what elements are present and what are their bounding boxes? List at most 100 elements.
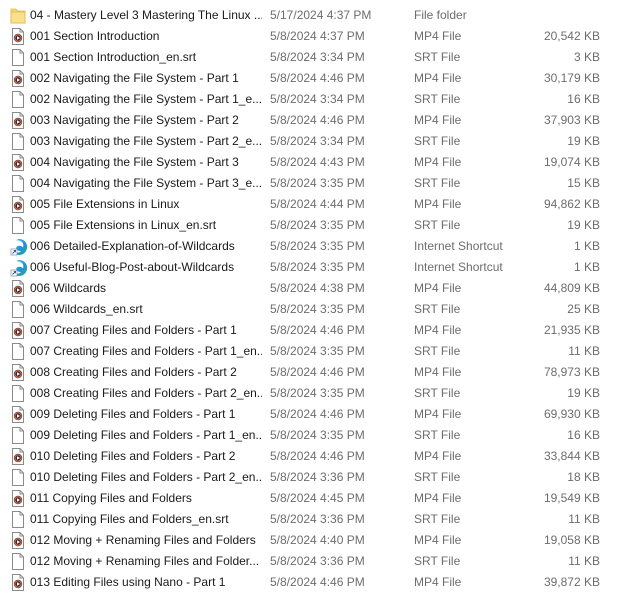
edge-shortcut-icon: [10, 238, 28, 256]
video-file-icon: [10, 70, 26, 87]
file-row[interactable]: 012 Moving + Renaming Files and Folder..…: [0, 551, 619, 572]
video-file-icon: [10, 28, 26, 45]
file-size: 16 KB: [567, 92, 600, 106]
file-name: 010 Deleting Files and Folders - Part 2_…: [30, 470, 262, 484]
file-size: 3 KB: [573, 50, 600, 64]
file-row[interactable]: 011 Copying Files and Folders 5/8/2024 4…: [0, 488, 619, 509]
file-size: 11 KB: [568, 512, 600, 526]
file-name: 012 Moving + Renaming Files and Folders: [30, 533, 256, 547]
video-file-icon: [10, 112, 26, 129]
file-date-modified: 5/8/2024 4:37 PM: [270, 29, 365, 43]
file-date-modified: 5/8/2024 4:46 PM: [270, 365, 365, 379]
file-row[interactable]: 010 Deleting Files and Folders - Part 2 …: [0, 446, 619, 467]
file-size: 37,903 KB: [543, 113, 600, 127]
file-size: 19,549 KB: [543, 491, 600, 505]
file-date-modified: 5/8/2024 4:43 PM: [270, 155, 365, 169]
file-row[interactable]: 003 Navigating the File System - Part 2 …: [0, 110, 619, 131]
file-date-modified: 5/8/2024 3:34 PM: [270, 134, 365, 148]
video-file-icon: [10, 364, 26, 381]
file-size: 16 KB: [567, 428, 600, 442]
blank-file-icon: [10, 49, 26, 66]
file-name: 011 Copying Files and Folders_en.srt: [30, 512, 229, 526]
file-row[interactable]: 003 Navigating the File System - Part 2_…: [0, 131, 619, 152]
file-row[interactable]: 005 File Extensions in Linux_en.srt 5/8/…: [0, 215, 619, 236]
file-row[interactable]: 009 Deleting Files and Folders - Part 1_…: [0, 425, 619, 446]
file-name: 009 Deleting Files and Folders - Part 1_…: [30, 428, 262, 442]
file-size: 1 KB: [573, 239, 600, 253]
file-date-modified: 5/8/2024 4:46 PM: [270, 113, 365, 127]
file-size: 11 KB: [568, 554, 600, 568]
file-date-modified: 5/8/2024 3:35 PM: [270, 239, 365, 253]
file-row[interactable]: 007 Creating Files and Folders - Part 1 …: [0, 320, 619, 341]
file-date-modified: 5/8/2024 4:46 PM: [270, 449, 365, 463]
file-size: 78,973 KB: [543, 365, 600, 379]
file-size: 15 KB: [567, 176, 600, 190]
file-date-modified: 5/8/2024 3:34 PM: [270, 50, 365, 64]
file-date-modified: 5/8/2024 3:35 PM: [270, 176, 365, 190]
folder-icon: [10, 7, 26, 24]
video-file-icon: [10, 322, 26, 339]
video-file-icon: [10, 532, 26, 549]
file-date-modified: 5/8/2024 4:40 PM: [270, 533, 365, 547]
file-date-modified: 5/8/2024 4:46 PM: [270, 575, 365, 589]
file-name: 013 Editing Files using Nano - Part 1: [30, 575, 226, 589]
file-name: 012 Moving + Renaming Files and Folder..…: [30, 554, 260, 568]
file-date-modified: 5/8/2024 4:46 PM: [270, 323, 365, 337]
file-name: 011 Copying Files and Folders: [30, 491, 192, 505]
video-file-icon: [10, 154, 26, 171]
file-name: 001 Section Introduction_en.srt: [30, 50, 197, 64]
file-size: 19 KB: [567, 218, 600, 232]
file-row[interactable]: 010 Deleting Files and Folders - Part 2_…: [0, 467, 619, 488]
video-file-icon: [10, 280, 26, 297]
blank-file-icon: [10, 217, 26, 234]
file-row[interactable]: 005 File Extensions in Linux 5/8/2024 4:…: [0, 194, 619, 215]
file-row[interactable]: 002 Navigating the File System - Part 1 …: [0, 68, 619, 89]
file-row[interactable]: 001 Section Introduction 5/8/2024 4:37 P…: [0, 26, 619, 47]
file-row[interactable]: 007 Creating Files and Folders - Part 1_…: [0, 341, 619, 362]
file-row[interactable]: 002 Navigating the File System - Part 1_…: [0, 89, 619, 110]
file-name: 002 Navigating the File System - Part 1_…: [30, 92, 262, 106]
file-row[interactable]: 012 Moving + Renaming Files and Folders …: [0, 530, 619, 551]
file-row[interactable]: 008 Creating Files and Folders - Part 2_…: [0, 383, 619, 404]
file-list: 04 - Mastery Level 3 Mastering The Linux…: [0, 0, 619, 593]
file-row[interactable]: 006 Useful-Blog-Post-about-Wildcards 5/8…: [0, 257, 619, 278]
file-name: 006 Detailed-Explanation-of-Wildcards: [30, 239, 235, 253]
video-file-icon: [10, 406, 26, 423]
file-row[interactable]: 013 Editing Files using Nano - Part 1 5/…: [0, 572, 619, 593]
file-size: 33,844 KB: [543, 449, 600, 463]
edge-shortcut-icon: [10, 259, 28, 277]
file-row[interactable]: 008 Creating Files and Folders - Part 2 …: [0, 362, 619, 383]
file-row[interactable]: 006 Detailed-Explanation-of-Wildcards 5/…: [0, 236, 619, 257]
blank-file-icon: [10, 469, 26, 486]
blank-file-icon: [10, 91, 26, 108]
file-row[interactable]: 011 Copying Files and Folders_en.srt 5/8…: [0, 509, 619, 530]
file-row[interactable]: 04 - Mastery Level 3 Mastering The Linux…: [0, 5, 619, 26]
file-name: 009 Deleting Files and Folders - Part 1: [30, 407, 236, 421]
file-name: 005 File Extensions in Linux_en.srt: [30, 218, 217, 232]
file-size: 1 KB: [573, 260, 600, 274]
file-row[interactable]: 001 Section Introduction_en.srt 5/8/2024…: [0, 47, 619, 68]
file-size: 20,542 KB: [543, 29, 600, 43]
file-row[interactable]: 006 Wildcards 5/8/2024 4:38 PM MP4 File …: [0, 278, 619, 299]
file-size: 19,074 KB: [543, 155, 600, 169]
blank-file-icon: [10, 385, 26, 402]
file-row[interactable]: 004 Navigating the File System - Part 3 …: [0, 152, 619, 173]
file-row[interactable]: 004 Navigating the File System - Part 3_…: [0, 173, 619, 194]
file-name: 003 Navigating the File System - Part 2_…: [30, 134, 262, 148]
file-size: 19,058 KB: [543, 533, 600, 547]
file-date-modified: 5/8/2024 3:35 PM: [270, 302, 365, 316]
file-size: 69,930 KB: [543, 407, 600, 421]
file-row[interactable]: 009 Deleting Files and Folders - Part 1 …: [0, 404, 619, 425]
video-file-icon: [10, 196, 26, 213]
file-size: 44,809 KB: [543, 281, 600, 295]
file-date-modified: 5/8/2024 4:46 PM: [270, 407, 365, 421]
file-date-modified: 5/17/2024 4:37 PM: [270, 8, 372, 22]
file-name: 002 Navigating the File System - Part 1: [30, 71, 239, 85]
blank-file-icon: [10, 511, 26, 528]
blank-file-icon: [10, 301, 26, 318]
file-name: 004 Navigating the File System - Part 3: [30, 155, 239, 169]
file-size: 30,179 KB: [543, 71, 600, 85]
file-size: 25 KB: [567, 302, 600, 316]
blank-file-icon: [10, 427, 26, 444]
file-row[interactable]: 006 Wildcards_en.srt 5/8/2024 3:35 PM SR…: [0, 299, 619, 320]
